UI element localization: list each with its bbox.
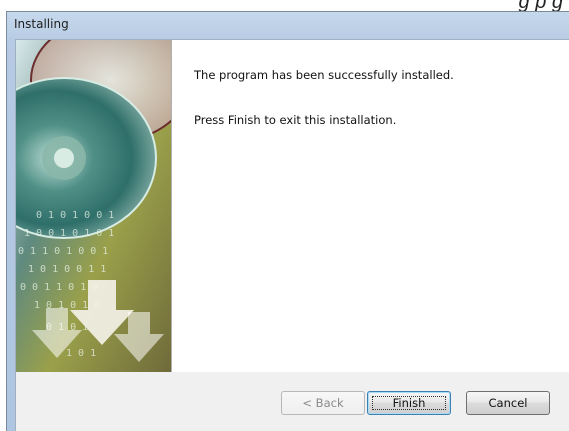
back-button[interactable]: < Back xyxy=(281,391,365,415)
title-bar[interactable]: Installing xyxy=(7,12,569,39)
finish-instruction: Press Finish to exit this installation. xyxy=(194,113,397,127)
svg-text:0 0 1 1 0 1 0: 0 0 1 1 0 1 0 xyxy=(20,282,98,293)
svg-text:0 1 0 1 0 0 1: 0 1 0 1 0 0 1 xyxy=(36,210,114,221)
installer-client-area: 0 1 0 1 0 0 1 1 0 0 1 0 1 0 1 0 1 1 0 1 … xyxy=(15,39,569,431)
window-title: Installing xyxy=(14,17,69,31)
button-bar: < Back Finish Cancel xyxy=(16,372,569,431)
finish-button[interactable]: Finish xyxy=(367,391,451,415)
cancel-button[interactable]: Cancel xyxy=(466,391,550,415)
svg-text:0 1 1 0 1 0 0 1: 0 1 1 0 1 0 0 1 xyxy=(18,246,108,257)
installer-window: Installing 0 1 0 1 0 0 1 1 0 0 1 0 1 0 1… xyxy=(6,11,569,431)
cancel-button-label: Cancel xyxy=(488,396,528,410)
svg-text:1 0 1 0 0 1 1: 1 0 1 0 0 1 1 xyxy=(28,264,106,275)
cd-disc-icon: 0 1 0 1 0 0 1 1 0 0 1 0 1 0 1 0 1 1 0 1 … xyxy=(16,40,171,372)
svg-text:1 0 0 1 0 1 0 1: 1 0 0 1 0 1 0 1 xyxy=(24,228,114,239)
svg-text:1 0 1: 1 0 1 xyxy=(66,348,96,359)
success-message: The program has been successfully instal… xyxy=(194,68,454,82)
back-button-label: < Back xyxy=(302,396,344,410)
installer-banner-image: 0 1 0 1 0 0 1 1 0 0 1 0 1 0 1 0 1 1 0 1 … xyxy=(16,40,172,372)
focus-rectangle xyxy=(372,396,446,410)
